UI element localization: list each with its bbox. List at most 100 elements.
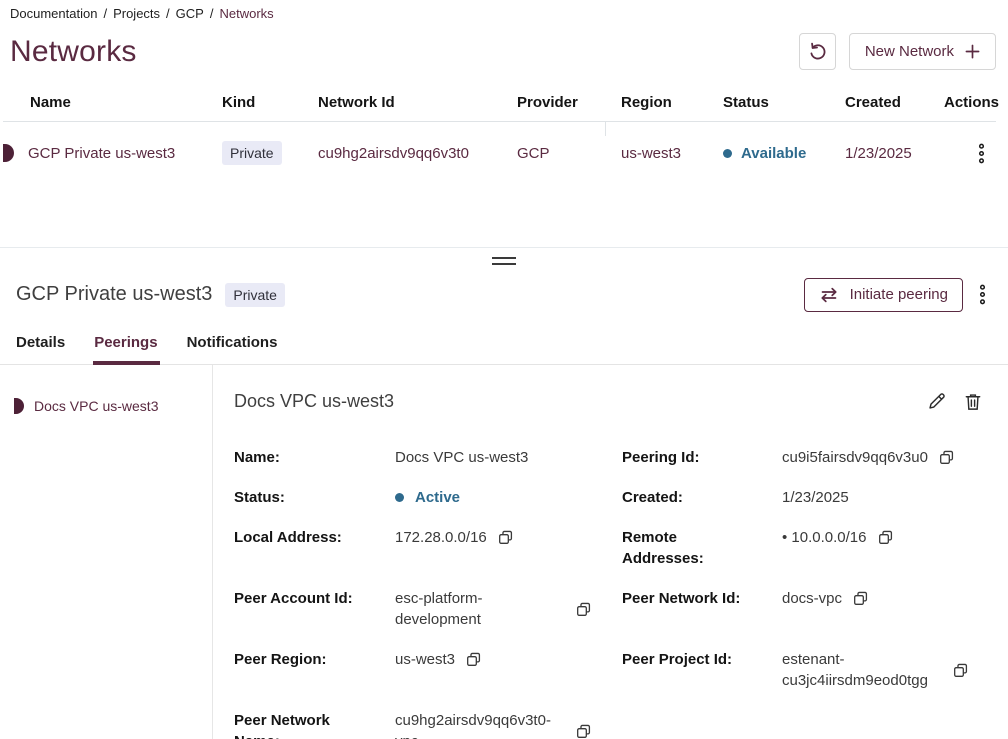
copy-peer-network-id-button[interactable] — [853, 591, 868, 606]
field-label-peer-network-id: Peer Network Id: — [622, 588, 758, 609]
network-name-cell[interactable]: GCP Private us-west3 — [3, 144, 222, 162]
detail-header: GCP Private us-west3 Private Initiate pe… — [0, 267, 1008, 317]
field-value-name: Docs VPC us-west3 — [395, 447, 622, 468]
status-dot-icon — [395, 493, 404, 502]
field-value-created: 1/23/2025 — [782, 487, 984, 508]
network-provider-cell: GCP — [517, 145, 621, 162]
copy-icon — [853, 591, 868, 606]
field-value-local-address: 172.28.0.0/16 — [395, 527, 622, 548]
network-actions-cell — [944, 139, 996, 168]
status-badge: Available — [741, 145, 806, 162]
field-value-peering-id: cu9i5fairsdv9qq6v3u0 — [782, 447, 984, 468]
networks-table: Name Kind Network Id Provider Region Sta… — [3, 84, 996, 184]
column-header-status: Status — [723, 94, 845, 111]
copy-icon — [466, 652, 481, 667]
column-header-name: Name — [3, 94, 222, 111]
networks-list-section: Documentation / Projects / GCP / Network… — [0, 0, 1008, 247]
column-header-provider: Provider — [517, 94, 621, 111]
tab-details[interactable]: Details — [16, 330, 65, 364]
copy-peering-id-button[interactable] — [939, 450, 954, 465]
copy-local-address-button[interactable] — [498, 530, 513, 545]
breadcrumb-documentation[interactable]: Documentation — [10, 6, 97, 21]
copy-peer-account-id-button[interactable] — [576, 602, 591, 617]
breadcrumb: Documentation / Projects / GCP / Network… — [10, 6, 996, 21]
kind-badge: Private — [222, 141, 282, 165]
copy-icon — [576, 602, 591, 617]
field-label-peer-project-id: Peer Project Id: — [622, 649, 758, 670]
breadcrumb-separator: / — [103, 6, 107, 21]
copy-peer-project-id-button[interactable] — [953, 663, 968, 678]
breadcrumb-networks[interactable]: Networks — [219, 6, 273, 21]
field-value-peer-network-name: cu9hg2airsdv9qq6v3t0-vpc — [395, 710, 622, 739]
copy-icon — [953, 663, 968, 678]
peerings-body: Docs VPC us-west3 Docs VPC us-west3 — [0, 365, 1008, 739]
network-logo-icon — [3, 144, 14, 162]
field-label-peer-account-id: Peer Account Id: — [234, 588, 370, 609]
detail-kind-badge: Private — [225, 283, 285, 307]
copy-peer-network-name-button[interactable] — [576, 724, 591, 739]
networks-page: Documentation / Projects / GCP / Network… — [0, 0, 1008, 739]
column-header-region: Region — [621, 94, 723, 111]
column-header-kind: Kind — [222, 94, 318, 111]
kebab-icon — [979, 284, 986, 305]
network-name: GCP Private us-west3 — [28, 145, 175, 162]
copy-remote-addresses-button[interactable] — [878, 530, 893, 545]
copy-icon — [878, 530, 893, 545]
initiate-peering-label: Initiate peering — [850, 286, 948, 303]
column-header-actions: Actions — [944, 94, 999, 111]
network-kind-cell: Private — [222, 141, 318, 165]
copy-peer-region-button[interactable] — [466, 652, 481, 667]
initiate-peering-button[interactable]: Initiate peering — [804, 278, 963, 312]
networks-table-header: Name Kind Network Id Provider Region Sta… — [3, 84, 996, 122]
tab-notifications[interactable]: Notifications — [187, 330, 278, 364]
trash-icon — [964, 392, 982, 411]
field-value-peer-project-id: estenant-cu3jc4iirsdm9eod0tgg — [782, 649, 984, 691]
field-label-status: Status: — [234, 487, 370, 508]
panel-splitter — [0, 247, 1008, 267]
field-label-peer-region: Peer Region: — [234, 649, 370, 670]
peering-logo-icon — [14, 398, 24, 414]
column-divider — [605, 121, 606, 136]
kebab-icon — [978, 143, 985, 164]
sidebar-item-label: Docs VPC us-west3 — [34, 398, 158, 414]
network-status-cell: Available — [723, 145, 845, 162]
field-label-peering-id: Peering Id: — [622, 447, 758, 468]
breadcrumb-separator: / — [166, 6, 170, 21]
splitter-drag-handle-icon[interactable] — [492, 257, 516, 267]
page-header: Networks New Network — [10, 33, 996, 70]
breadcrumb-gcp[interactable]: GCP — [176, 6, 204, 21]
sidebar-item-docs-vpc[interactable]: Docs VPC us-west3 — [0, 392, 212, 420]
field-value-peer-network-id: docs-vpc — [782, 588, 984, 609]
peering-detail-header: Docs VPC us-west3 — [234, 390, 984, 413]
field-label-created: Created: — [622, 487, 758, 508]
field-label-peer-network-name: Peer Network Name: — [234, 710, 370, 739]
detail-tabs: Details Peerings Notifications — [0, 330, 1008, 365]
new-network-label: New Network — [865, 43, 954, 60]
network-created-cell: 1/23/2025 — [845, 145, 944, 162]
refresh-button[interactable] — [799, 33, 836, 70]
tab-peerings[interactable]: Peerings — [94, 330, 157, 364]
field-value-peer-account-id: esc-platform-development — [395, 588, 622, 630]
swap-arrows-icon — [819, 287, 839, 303]
detail-title: GCP Private us-west3 — [16, 283, 212, 306]
pencil-icon — [927, 392, 946, 411]
field-label-name: Name: — [234, 447, 370, 468]
edit-peering-button[interactable] — [925, 390, 948, 413]
breadcrumb-separator: / — [210, 6, 214, 21]
detail-actions-menu-button[interactable] — [973, 280, 992, 309]
breadcrumb-projects[interactable]: Projects — [113, 6, 160, 21]
field-label-remote-addresses: Remote Addresses: — [622, 527, 758, 569]
page-title: Networks — [10, 35, 137, 69]
status-dot-icon — [723, 149, 732, 158]
peering-title: Docs VPC us-west3 — [234, 391, 394, 412]
row-actions-menu-button[interactable] — [972, 139, 991, 168]
network-region-cell: us-west3 — [621, 145, 723, 162]
field-value-peer-region: us-west3 — [395, 649, 622, 670]
plus-icon — [965, 44, 980, 59]
delete-peering-button[interactable] — [962, 390, 984, 413]
table-row[interactable]: GCP Private us-west3 Private cu9hg2airsd… — [3, 122, 996, 184]
new-network-button[interactable]: New Network — [849, 33, 996, 70]
peering-fields: Name: Docs VPC us-west3 Peering Id: cu9i… — [234, 447, 984, 739]
network-detail-panel: GCP Private us-west3 Private Initiate pe… — [0, 267, 1008, 739]
field-label-local-address: Local Address: — [234, 527, 370, 548]
